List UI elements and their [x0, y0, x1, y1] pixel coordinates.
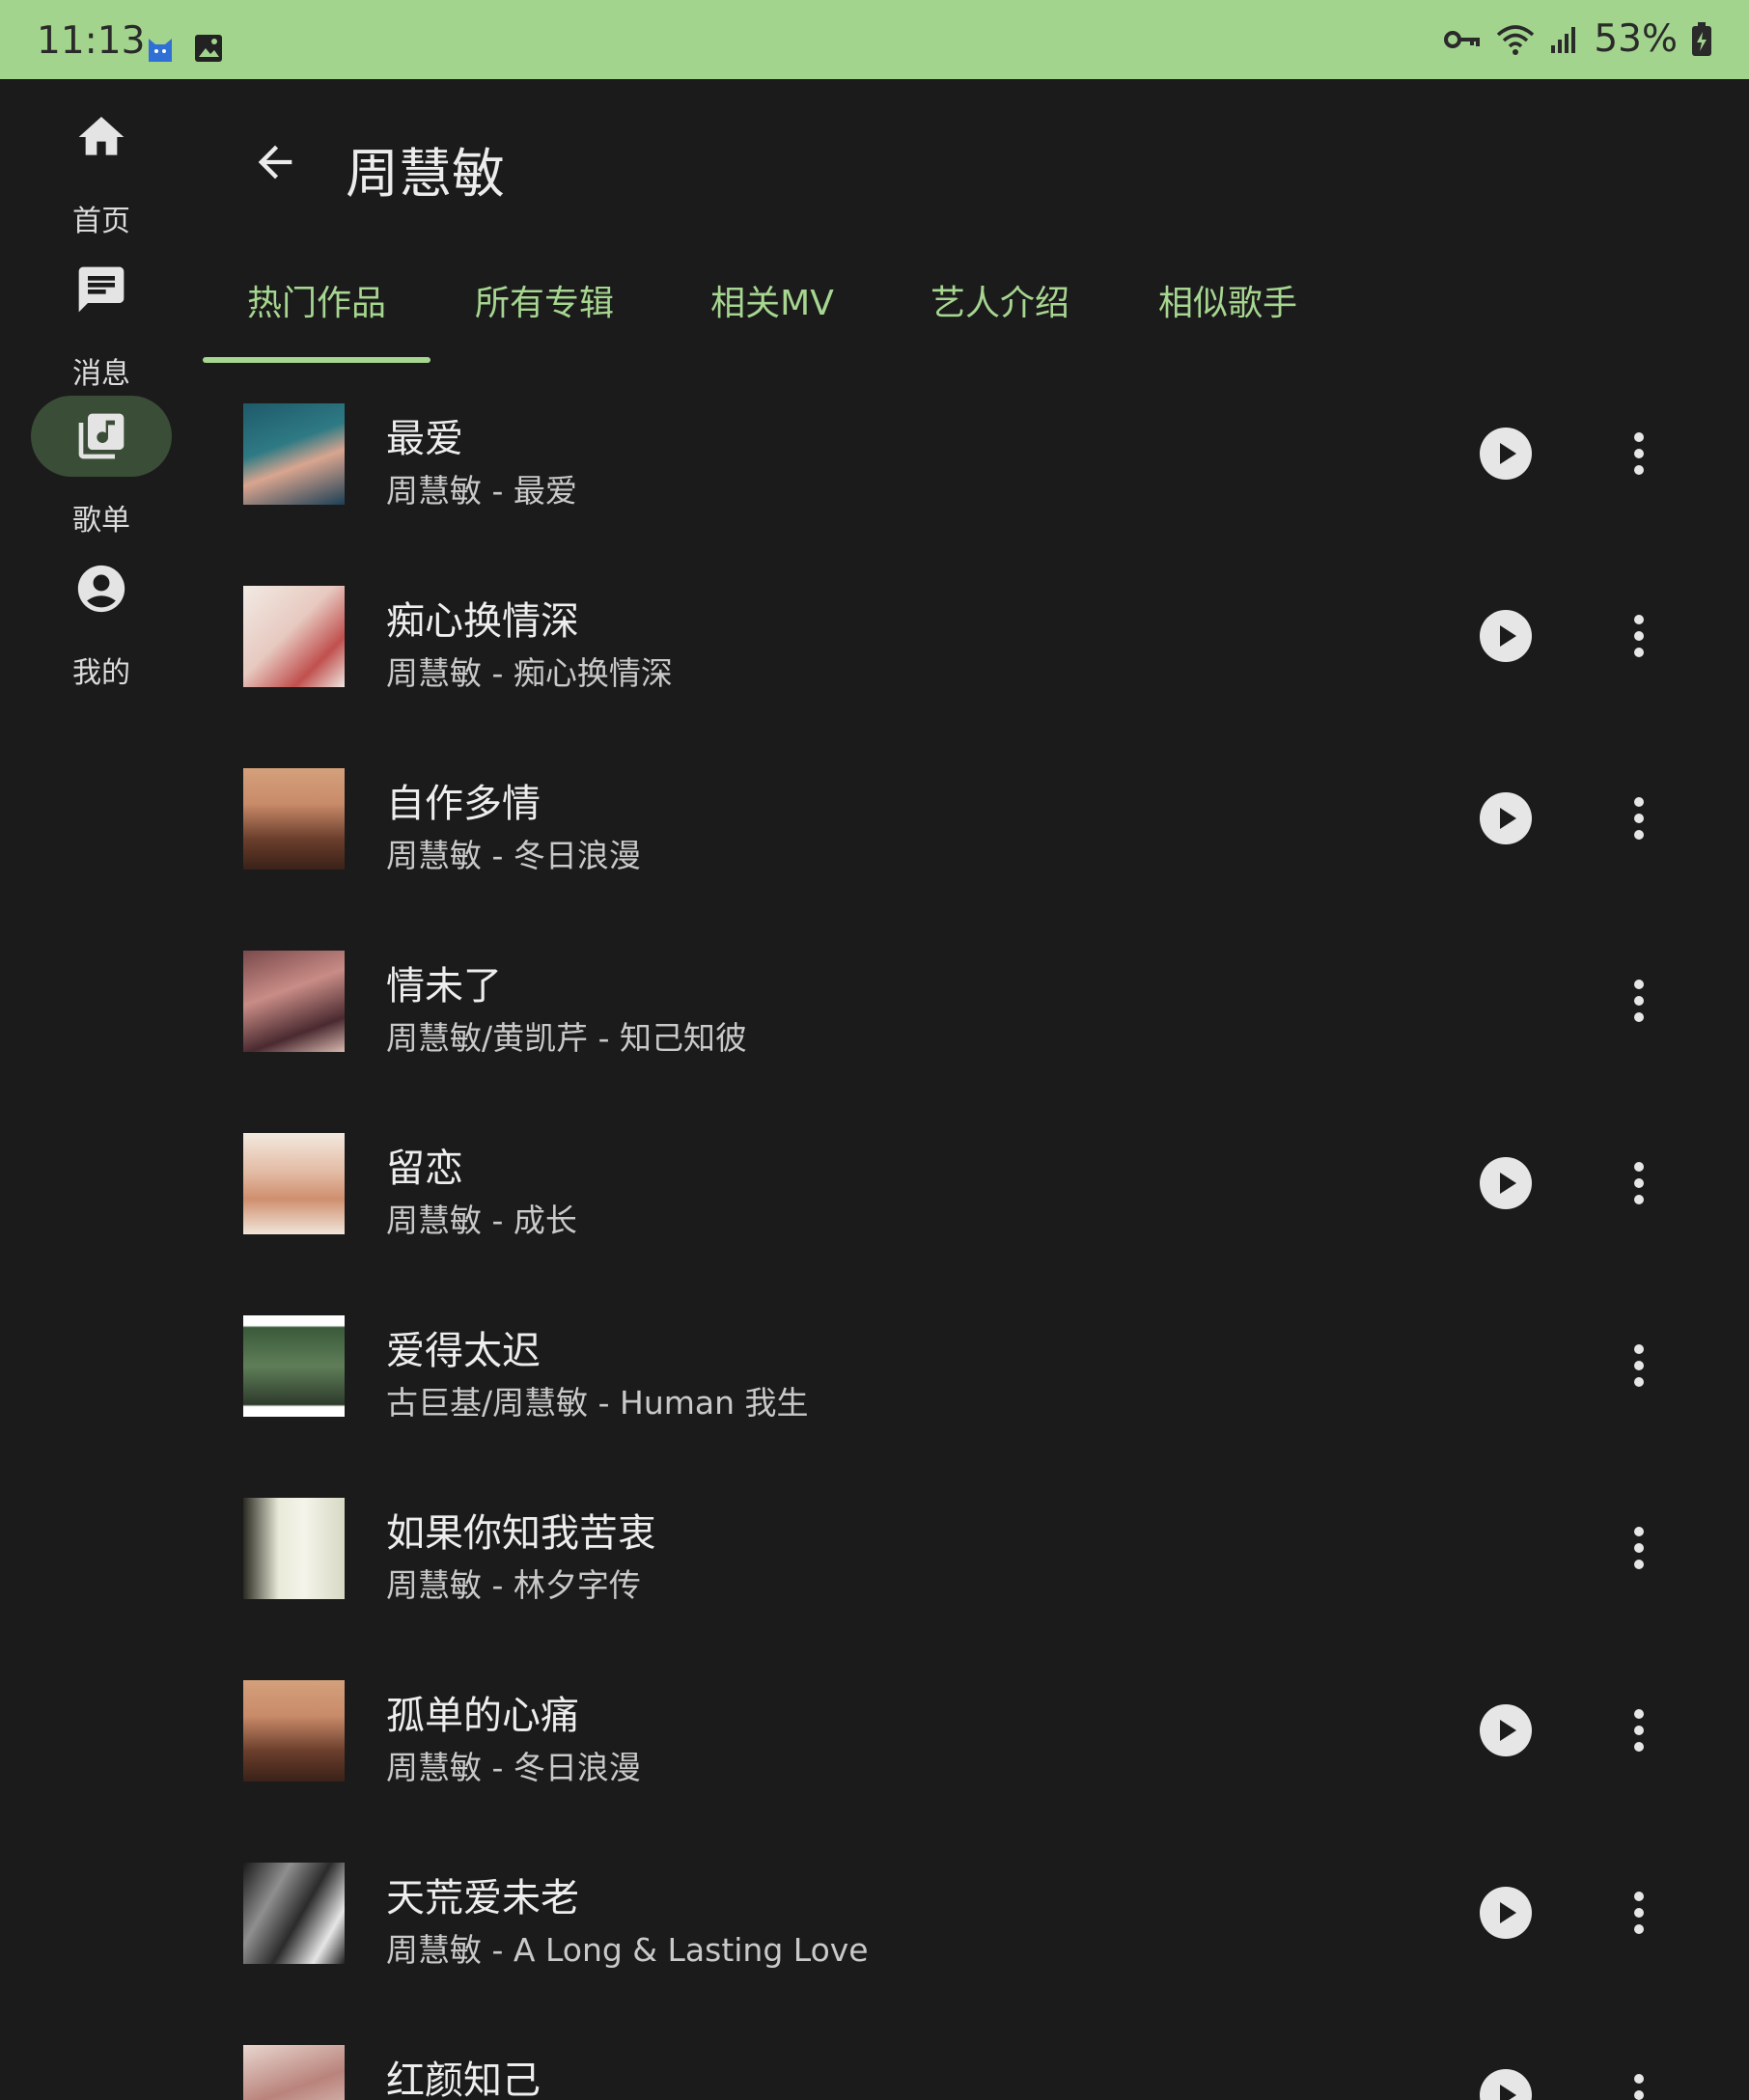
rail-pill-messages	[31, 249, 172, 330]
song-row[interactable]: 如果你知我苦衷 周慧敏 - 林夕字传	[203, 1480, 1749, 1663]
tab-similar-artists[interactable]: 相似歌手	[1114, 270, 1342, 363]
song-title: 最爱	[386, 417, 463, 461]
account-icon	[77, 565, 125, 613]
album-cover	[243, 768, 345, 870]
tab-artist-intro[interactable]: 艺人介绍	[886, 270, 1114, 363]
tab-popular[interactable]: 热门作品	[203, 270, 430, 363]
rail-pill-playlists	[31, 396, 172, 477]
arrow-back-icon	[258, 145, 292, 180]
song-title: 痴心换情深	[386, 599, 579, 644]
rail-pill-home	[31, 97, 172, 178]
song-title: 如果你知我苦衷	[386, 1511, 656, 1556]
song-title: 留恋	[386, 1147, 463, 1191]
album-cover	[243, 1133, 345, 1234]
play-icon[interactable]	[1479, 1156, 1533, 1210]
song-subtitle: 周慧敏 - 痴心换情深	[386, 654, 673, 692]
more-options-icon[interactable]	[1612, 974, 1666, 1028]
rail-item-mine[interactable]: 我的	[0, 548, 203, 693]
play-icon[interactable]	[1479, 2068, 1533, 2100]
navigation-rail: 首页 消息 歌单 我的	[0, 79, 203, 2100]
song-subtitle: 周慧敏 - A Long & Lasting Love	[386, 1931, 869, 1969]
back-button[interactable]	[246, 133, 304, 191]
vpn-key-icon	[1444, 30, 1481, 48]
album-cover	[243, 1498, 345, 1599]
more-options-icon[interactable]	[1612, 1156, 1666, 1210]
song-subtitle: 周慧敏 - 林夕字传	[386, 1566, 641, 1604]
song-title: 自作多情	[386, 782, 541, 826]
play-icon[interactable]	[1479, 1886, 1533, 1940]
more-options-icon[interactable]	[1612, 609, 1666, 663]
rail-item-home[interactable]: 首页	[0, 97, 203, 241]
song-row[interactable]: 红颜知己	[203, 2028, 1749, 2100]
song-subtitle: 周慧敏 - 最爱	[386, 472, 577, 510]
song-title: 红颜知己	[386, 2059, 541, 2100]
song-row[interactable]: 孤单的心痛 周慧敏 - 冬日浪漫	[203, 1663, 1749, 1845]
tab-all-albums[interactable]: 所有专辑	[430, 270, 658, 363]
cat-notification-icon	[149, 39, 172, 62]
song-row[interactable]: 爱得太迟 古巨基/周慧敏 - Human 我生	[203, 1298, 1749, 1480]
play-icon[interactable]	[1479, 427, 1533, 481]
battery-charging-icon	[1692, 21, 1711, 56]
song-title: 情未了	[386, 964, 502, 1009]
song-row[interactable]: 留恋 周慧敏 - 成长	[203, 1116, 1749, 1298]
song-subtitle: 周慧敏 - 冬日浪漫	[386, 837, 641, 874]
song-title: 天荒爱未老	[386, 1876, 579, 1920]
rail-label-mine: 我的	[72, 656, 130, 690]
more-options-icon[interactable]	[1612, 1886, 1666, 1940]
music-library-icon	[78, 413, 125, 459]
more-options-icon[interactable]	[1612, 791, 1666, 845]
play-icon[interactable]	[1479, 609, 1533, 663]
rail-label-playlists: 歌单	[72, 504, 130, 538]
album-cover	[243, 586, 345, 687]
rail-label-home: 首页	[72, 205, 130, 238]
album-cover	[243, 1315, 345, 1417]
more-options-icon[interactable]	[1612, 1703, 1666, 1757]
song-subtitle: 周慧敏/黄凯芹 - 知己知彼	[386, 1019, 748, 1057]
more-options-icon[interactable]	[1612, 2068, 1666, 2100]
album-cover	[243, 1863, 345, 1964]
album-cover	[243, 403, 345, 505]
more-options-icon[interactable]	[1612, 1339, 1666, 1393]
image-notification-icon	[195, 35, 222, 62]
message-icon	[78, 266, 125, 313]
song-row[interactable]: 自作多情 周慧敏 - 冬日浪漫	[203, 751, 1749, 933]
rail-item-messages[interactable]: 消息	[0, 249, 203, 394]
song-row[interactable]: 天荒爱未老 周慧敏 - A Long & Lasting Love	[203, 1845, 1749, 2028]
signal-icon	[1551, 26, 1576, 53]
status-bar: 11:13 53%	[0, 0, 1749, 79]
song-row[interactable]: 情未了 周慧敏/黄凯芹 - 知己知彼	[203, 933, 1749, 1116]
song-row[interactable]: 最爱 周慧敏 - 最爱	[203, 386, 1749, 568]
more-options-icon[interactable]	[1612, 1521, 1666, 1575]
battery-percent: 53%	[1594, 17, 1678, 61]
home-icon	[78, 117, 125, 155]
song-row[interactable]: 痴心换情深 周慧敏 - 痴心换情深	[203, 568, 1749, 751]
play-icon[interactable]	[1479, 1703, 1533, 1757]
tab-indicator	[203, 357, 430, 363]
album-cover	[243, 1680, 345, 1782]
album-cover	[243, 951, 345, 1052]
rail-pill-mine	[31, 548, 172, 629]
wifi-icon	[1497, 24, 1535, 55]
tab-bar: 热门作品 所有专辑 相关MV 艺人介绍 相似歌手	[203, 270, 1749, 363]
more-options-icon[interactable]	[1612, 427, 1666, 481]
tab-related-mv[interactable]: 相关MV	[658, 270, 886, 363]
song-title: 爱得太迟	[386, 1329, 541, 1373]
song-subtitle: 周慧敏 - 冬日浪漫	[386, 1749, 641, 1786]
status-left-icons	[145, 33, 224, 64]
page-title: 周慧敏	[346, 143, 506, 205]
song-subtitle: 周慧敏 - 成长	[386, 1202, 577, 1239]
rail-label-messages: 消息	[72, 357, 130, 391]
play-icon[interactable]	[1479, 791, 1533, 845]
status-time: 11:13	[37, 19, 146, 63]
song-title: 孤单的心痛	[386, 1694, 579, 1738]
album-cover	[243, 2045, 345, 2100]
rail-item-playlists[interactable]: 歌单	[0, 396, 203, 540]
song-subtitle: 古巨基/周慧敏 - Human 我生	[386, 1384, 809, 1422]
status-right-icons: 53%	[1443, 17, 1712, 61]
